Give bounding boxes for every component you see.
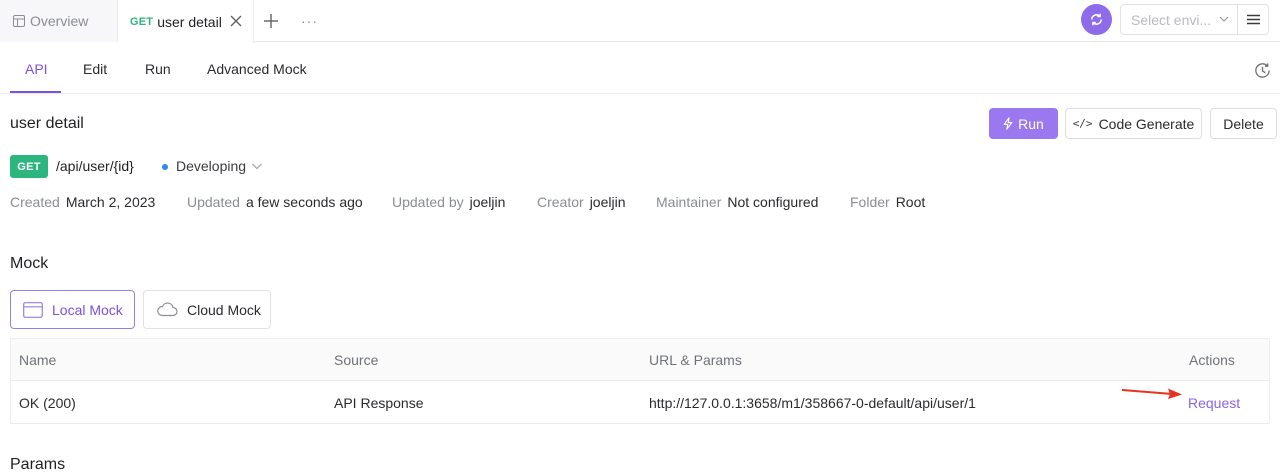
browser-window-icon (23, 301, 43, 318)
tab-user-detail-label: user detail (157, 13, 222, 30)
local-mock-button[interactable]: Local Mock (10, 290, 135, 329)
overview-icon (13, 15, 25, 27)
api-path: /api/user/{id} (56, 158, 134, 174)
tab-overview[interactable]: Overview (0, 0, 118, 42)
meta-value: Not configured (727, 194, 819, 210)
meta-updated-by: Updated by joeljin (392, 194, 505, 210)
meta-updated: Updated a few seconds ago (187, 194, 363, 210)
mock-table: Name Source URL & Params Actions OK (200… (10, 338, 1270, 424)
tab-method-badge: GET (130, 15, 154, 28)
code-generate-button[interactable]: </> Code Generate (1065, 108, 1202, 139)
chevron-down-icon (1219, 16, 1229, 22)
meta-value: joeljin (589, 194, 626, 210)
close-icon[interactable] (229, 14, 243, 28)
tab-run[interactable]: Run (145, 43, 171, 94)
lightning-icon (1003, 117, 1013, 130)
meta-label: Updated by (392, 194, 464, 210)
request-link[interactable]: Request (1188, 395, 1240, 411)
status-select[interactable]: Developing (176, 158, 246, 174)
environment-select[interactable]: Select envi... (1120, 4, 1238, 35)
local-mock-label: Local Mock (52, 301, 123, 318)
sync-button[interactable] (1081, 4, 1112, 35)
chevron-down-icon[interactable] (251, 161, 263, 171)
cloud-mock-label: Cloud Mock (187, 301, 261, 318)
cloud-mock-button[interactable]: Cloud Mock (143, 290, 271, 329)
column-header-url: URL & Params (649, 352, 742, 368)
meta-label: Created (10, 194, 60, 210)
meta-label: Maintainer (656, 194, 722, 210)
environment-menu-button[interactable] (1238, 4, 1269, 35)
code-icon: </> (1072, 117, 1093, 130)
mock-section-title: Mock (10, 255, 49, 272)
add-tab-icon[interactable] (262, 12, 280, 30)
annotation-arrow (1121, 388, 1182, 399)
meta-folder: Folder Root (850, 194, 925, 210)
params-section-title: Params (10, 456, 66, 473)
method-badge: GET (10, 155, 48, 178)
tab-edit[interactable]: Edit (83, 43, 107, 94)
meta-value: a few seconds ago (245, 194, 363, 210)
row-source: API Response (334, 395, 424, 411)
sync-icon (1091, 13, 1102, 26)
history-icon[interactable] (1253, 61, 1272, 80)
run-button[interactable]: Run (989, 108, 1058, 139)
active-tab-indicator (10, 91, 61, 93)
delete-button[interactable]: Delete (1210, 108, 1277, 139)
more-tabs-icon[interactable]: ··· (301, 13, 318, 29)
cloud-icon (157, 302, 178, 317)
code-generate-label: Code Generate (1098, 115, 1195, 132)
column-header-actions: Actions (1189, 352, 1235, 368)
tab-overview-label: Overview (30, 13, 89, 29)
meta-label: Folder (850, 194, 890, 210)
column-header-source: Source (334, 352, 379, 368)
status-dot (162, 164, 168, 170)
tab-api[interactable]: API (25, 43, 48, 94)
column-header-name: Name (19, 352, 57, 368)
meta-value: Root (895, 194, 926, 210)
tab-user-detail[interactable]: GET user detail (118, 0, 254, 43)
row-name: OK (200) (19, 395, 76, 411)
meta-maintainer: Maintainer Not configured (656, 194, 818, 210)
delete-button-label: Delete (1223, 115, 1264, 132)
row-url[interactable]: http://127.0.0.1:3658/m1/358667-0-defaul… (649, 395, 976, 411)
table-header: Name Source URL & Params Actions (11, 339, 1269, 381)
meta-label: Creator (537, 194, 584, 210)
meta-created: Created March 2, 2023 (10, 194, 155, 210)
meta-creator: Creator joeljin (537, 194, 626, 210)
tab-advanced-mock[interactable]: Advanced Mock (207, 43, 307, 94)
meta-value: joeljin (469, 194, 506, 210)
page-title: user detail (10, 115, 84, 132)
menu-icon (1246, 14, 1260, 25)
tab-bar: Overview GET user detail ··· Select envi… (0, 0, 1280, 43)
sub-tabs: API Edit Run Advanced Mock (0, 43, 1280, 94)
meta-label: Updated (187, 194, 240, 210)
meta-value: March 2, 2023 (65, 194, 156, 210)
environment-placeholder: Select envi... (1131, 11, 1212, 28)
run-button-label: Run (1018, 115, 1044, 132)
